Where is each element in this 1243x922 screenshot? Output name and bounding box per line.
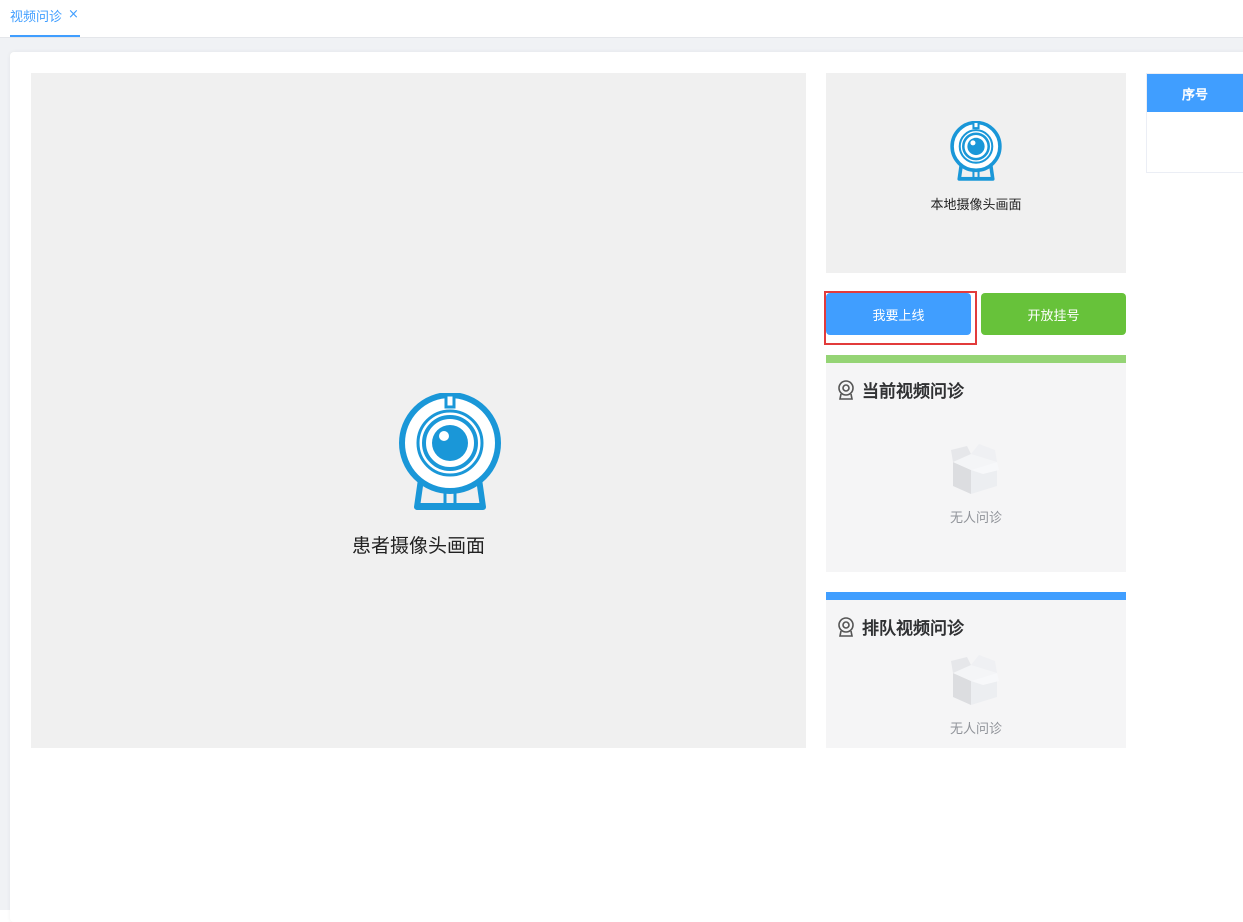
webcam-small-icon [838,379,854,400]
tab-label: 视频问诊 [10,10,63,25]
current-consultation-panel: 当前视频问诊 无人问诊 [826,355,1126,572]
close-icon[interactable]: × [68,8,79,21]
webcam-icon [399,393,501,510]
local-video-view: 本地摄像头画面 [826,73,1126,273]
patient-video-view: 患者摄像头画面 [31,73,806,748]
panel-title: 排队视频问诊 [862,619,964,639]
queue-table: 序号 [1146,73,1243,173]
empty-box-icon [951,444,999,494]
empty-state-text: 无人问诊 [949,511,1002,526]
panel-header: 排队视频问诊 [837,614,964,639]
panel-header: 当前视频问诊 [837,377,964,402]
tab-video-consultation[interactable]: 视频问诊 × [10,0,80,37]
empty-state-text: 无人问诊 [949,722,1002,737]
go-online-button[interactable]: 我要上线 [826,293,971,335]
webcam-icon [950,121,1002,181]
patient-video-label: 患者摄像头画面 [351,535,485,557]
webcam-small-icon [838,616,854,637]
panel-title: 当前视频问诊 [862,382,964,402]
local-video-label: 本地摄像头画面 [930,198,1022,213]
table-header-index: 序号 [1147,74,1243,112]
queue-consultation-panel: 排队视频问诊 无人问诊 [826,592,1126,748]
tab-bar: 视频问诊 × [0,0,1243,38]
open-registration-button[interactable]: 开放挂号 [981,293,1126,335]
empty-box-icon [951,655,999,705]
